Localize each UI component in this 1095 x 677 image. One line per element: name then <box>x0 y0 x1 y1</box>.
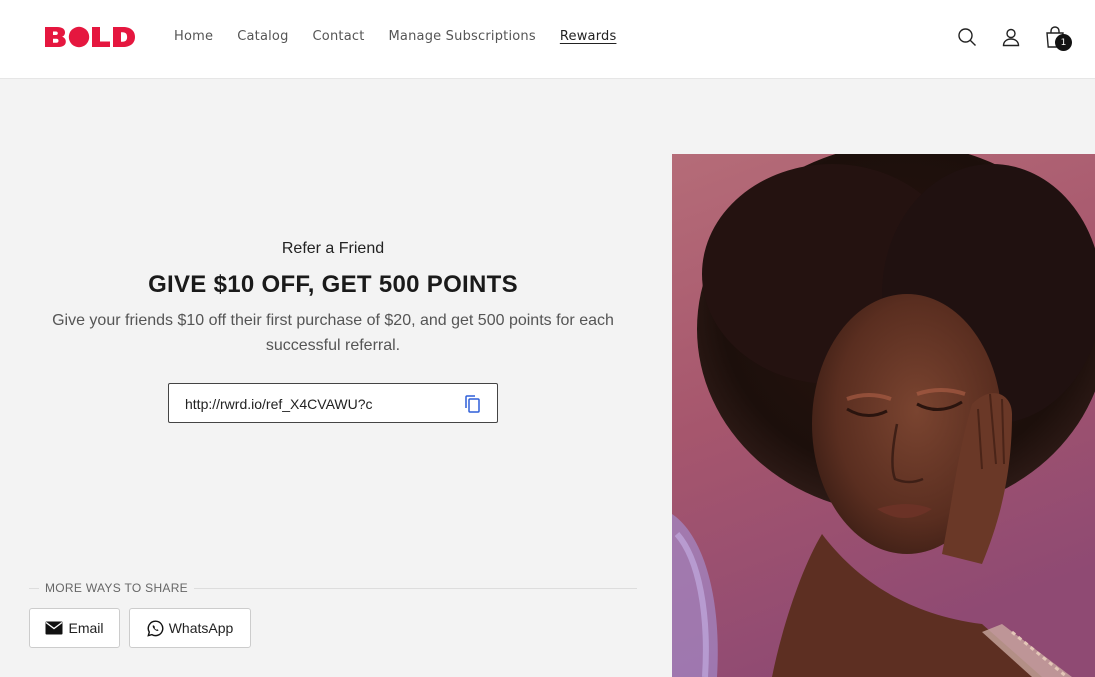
account-icon[interactable] <box>999 24 1023 50</box>
site-header: Home Catalog Contact Manage Subscription… <box>0 0 1095 79</box>
nav-contact[interactable]: Contact <box>313 27 365 47</box>
bold-logo[interactable] <box>44 26 136 48</box>
nav-catalog[interactable]: Catalog <box>237 27 288 47</box>
share-whatsapp-label: WhatsApp <box>168 620 234 636</box>
whatsapp-icon <box>146 619 164 637</box>
referral-link-text[interactable]: http://rwrd.io/ref_X4CVAWU?c <box>185 396 455 412</box>
search-icon[interactable] <box>955 24 979 50</box>
nav-home[interactable]: Home <box>174 27 213 47</box>
nav-manage-subscriptions[interactable]: Manage Subscriptions <box>389 27 536 47</box>
refer-headline: GIVE $10 OFF, GET 500 POINTS <box>148 271 518 298</box>
refer-subtitle: Refer a Friend <box>281 240 385 257</box>
copy-icon[interactable] <box>462 393 484 415</box>
share-heading: MORE WAYS TO SHARE <box>39 581 194 595</box>
email-icon <box>45 621 63 635</box>
referral-link-field[interactable]: http://rwrd.io/ref_X4CVAWU?c <box>168 383 498 423</box>
cart-count-badge: 1 <box>1055 34 1072 51</box>
share-email-label: Email <box>68 620 104 636</box>
nav-rewards[interactable]: Rewards <box>560 27 617 47</box>
share-section: MORE WAYS TO SHARE <box>29 578 637 598</box>
refer-description: Give your friends $10 off their first pu… <box>52 312 614 354</box>
woman-portrait-photo <box>672 154 1095 677</box>
main-nav: Home Catalog Contact Manage Subscription… <box>174 27 640 47</box>
share-whatsapp-button[interactable]: WhatsApp <box>129 608 251 648</box>
share-email-button[interactable]: Email <box>29 608 120 648</box>
